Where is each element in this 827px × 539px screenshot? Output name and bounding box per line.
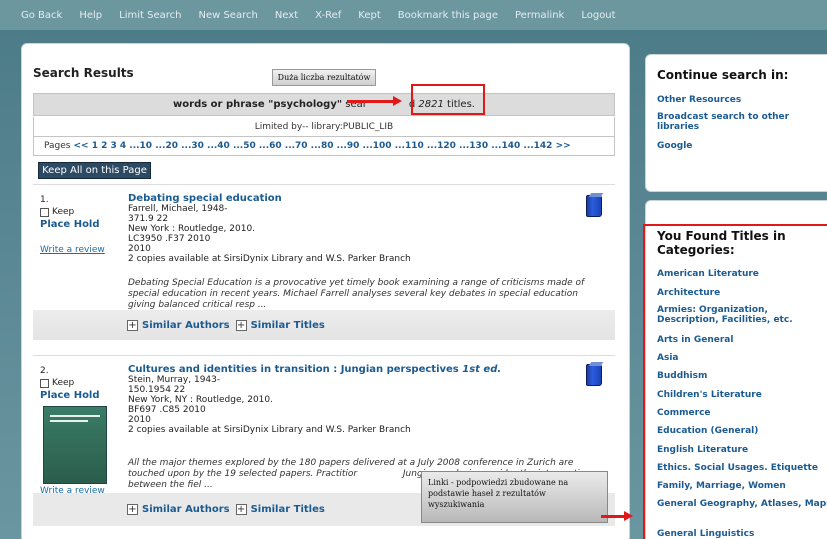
pagination: Pages << 1 2 3 4 ...10 ...20 ...30 ...40… (33, 136, 615, 156)
item-details: Debating special education Farrell, Mich… (128, 193, 588, 264)
plus-icon[interactable]: + (235, 319, 247, 331)
keep-label: Keep (52, 378, 75, 388)
nav-permalink[interactable]: Permalink (515, 10, 564, 21)
plus-icon[interactable]: + (127, 504, 138, 515)
keep-label: Keep (52, 207, 75, 217)
categories-highlight-box (643, 224, 827, 539)
item-details: Cultures and identities in transition : … (128, 364, 588, 435)
nav-new-search[interactable]: New Search (198, 10, 257, 21)
keep-checkbox[interactable]: Keep (40, 207, 74, 217)
item-publisher: New York, NY : Routledge, 2010. (128, 395, 273, 405)
link-google[interactable]: Google (657, 141, 827, 151)
nav-bookmark[interactable]: Bookmark this page (398, 10, 498, 21)
arrow-head (624, 511, 633, 521)
nav-go-back[interactable]: Go Back (21, 10, 62, 21)
arrow-line (347, 100, 397, 103)
similar-titles-link[interactable]: Similar Titles (251, 320, 325, 331)
plus-icon[interactable]: + (235, 504, 247, 515)
book-cover-image[interactable] (43, 406, 107, 484)
query-summary: words or phrase "psychology" sear d 2821… (33, 93, 615, 116)
page-title: Search Results (33, 66, 134, 80)
item-author: Farrell, Michael, 1948- (128, 204, 228, 214)
cover-title-line (50, 415, 100, 417)
similar-authors-link[interactable]: Similar Authors (142, 504, 230, 515)
highlight-box (411, 84, 485, 115)
item-availability: 2 copies available at SirsiDynix Library… (128, 425, 411, 435)
keep-checkbox[interactable]: Keep (40, 378, 74, 388)
item-call-number: LC3950 .F37 2010 (128, 234, 211, 244)
query-term: "psychology" (268, 99, 343, 110)
continue-search-title: Continue search in: (657, 68, 789, 82)
callout-suggestions: Linki - podpowiedzi zbudowane na podstaw… (421, 471, 608, 523)
nav-logout[interactable]: Logout (581, 10, 615, 21)
item-publisher: New York : Routledge, 2010. (128, 224, 256, 234)
cover-title-line (50, 420, 88, 422)
book-format-icon (586, 364, 602, 386)
continue-search-panel: Continue search in: Other Resources Broa… (645, 54, 827, 192)
place-hold-link[interactable]: Place Hold (40, 219, 100, 230)
nav-help[interactable]: Help (79, 10, 102, 21)
limited-by: Limited by-- library:PUBLIC_LIB (33, 117, 615, 136)
item-classification: 150.1954 22 (128, 385, 186, 395)
similar-authors-link[interactable]: Similar Authors (142, 320, 230, 331)
item-year: 2010 (128, 415, 151, 425)
nav-next[interactable]: Next (275, 10, 298, 21)
pages-label: Pages (44, 141, 71, 151)
similar-bar: + Similar Authors + Similar Titles (33, 310, 615, 340)
book-format-icon (586, 195, 602, 217)
link-broadcast-search[interactable]: Broadcast search to other libraries (657, 112, 827, 132)
pages-links[interactable]: << 1 2 3 4 ...10 ...20 ...30 ...40 ...50… (73, 141, 570, 151)
item-year: 2010 (128, 244, 151, 254)
item-title-text[interactable]: Cultures and identities in transition : … (128, 364, 459, 375)
item-title[interactable]: Debating special education (128, 193, 588, 204)
list-item: 1. Keep Place Hold Write a review Debati… (33, 184, 615, 342)
item-classification: 371.9 22 (128, 214, 169, 224)
item-number: 1. (40, 195, 49, 205)
similar-titles-link[interactable]: Similar Titles (251, 504, 325, 515)
arrow-head (393, 96, 402, 106)
keep-all-button[interactable]: Keep All on this Page (38, 162, 151, 179)
item-title[interactable]: Cultures and identities in transition : … (128, 364, 588, 375)
place-hold-link[interactable]: Place Hold (40, 390, 100, 401)
query-prefix: words or phrase (173, 99, 269, 110)
item-author: Stein, Murray, 1943- (128, 375, 221, 385)
link-other-resources[interactable]: Other Resources (657, 95, 827, 105)
checkbox-icon[interactable] (40, 378, 49, 388)
item-availability: 2 copies available at SirsiDynix Library… (128, 254, 411, 264)
checkbox-icon[interactable] (40, 207, 49, 217)
item-call-number: BF697 .C85 2010 (128, 405, 206, 415)
write-review-link[interactable]: Write a review (40, 245, 105, 255)
item-summary: Debating Special Education is a provocat… (128, 278, 585, 310)
callout-many-results: Duża liczba rezultatów (272, 69, 376, 86)
nav-kept[interactable]: Kept (358, 10, 380, 21)
item-number: 2. (40, 366, 49, 376)
item-edition: 1st ed. (462, 364, 502, 375)
nav-limit-search[interactable]: Limit Search (119, 10, 181, 21)
nav-x-ref[interactable]: X-Ref (315, 10, 341, 21)
top-navigation: Go Back Help Limit Search New Search Nex… (0, 0, 827, 30)
plus-icon[interactable]: + (127, 319, 138, 331)
